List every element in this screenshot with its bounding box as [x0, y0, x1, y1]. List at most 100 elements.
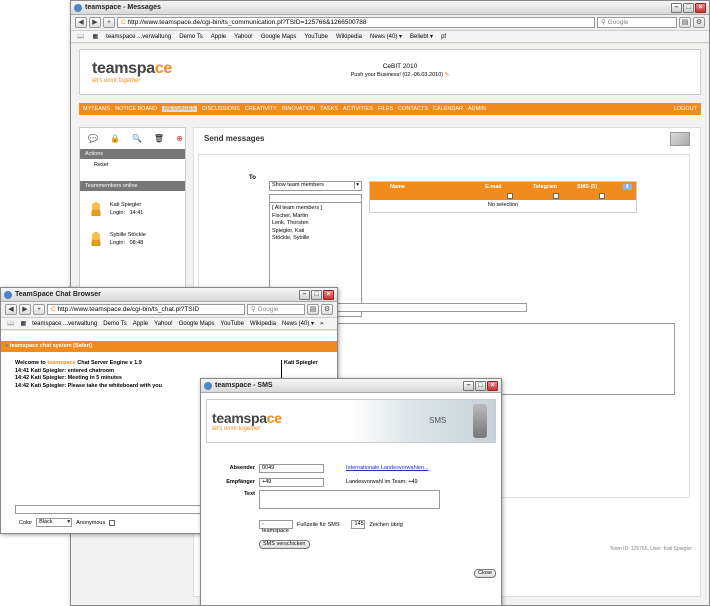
minimize-icon[interactable]: –	[671, 2, 682, 13]
nav-messages[interactable]: MESSAGES	[162, 106, 197, 112]
grid-icon[interactable]: ▦	[20, 320, 26, 327]
bookmark-8[interactable]: News (40) ▾	[370, 33, 402, 40]
bookmark-2[interactable]: Demo Ts	[179, 34, 203, 40]
search-icon[interactable]: 🔍	[132, 134, 142, 143]
bookmark-4[interactable]: Yahoo!	[234, 34, 253, 40]
anonymous-checkbox[interactable]	[109, 519, 116, 526]
bookmark-5[interactable]: Google Maps	[179, 321, 215, 327]
bookmark-6[interactable]: YouTube	[304, 34, 328, 40]
nav-creativity[interactable]: CREATIVITY	[245, 106, 277, 112]
chat-titlebar[interactable]: TeamSpace Chat Browser – □ ×	[1, 288, 337, 302]
footer-signature-input[interactable]: - teamspace	[259, 520, 293, 534]
close-icon[interactable]: ×	[695, 2, 706, 13]
maximize-icon[interactable]: □	[311, 289, 322, 300]
main-titlebar[interactable]: teamspace - Messages – □ ×	[71, 1, 709, 15]
back-icon[interactable]: ◀	[75, 17, 87, 28]
reset-link[interactable]: Reset	[80, 159, 185, 171]
close-icon[interactable]: ×	[323, 289, 334, 300]
close-button[interactable]: Close	[474, 569, 497, 578]
back-icon[interactable]: ◀	[5, 304, 17, 315]
minimize-icon[interactable]: –	[299, 289, 310, 300]
grid-icon[interactable]: ▦	[92, 33, 98, 40]
color-select[interactable]: Black ▾	[36, 518, 73, 527]
bookmark-4[interactable]: Yahoo!	[154, 321, 173, 327]
edit-icon[interactable]: ✎	[445, 72, 450, 78]
sort-icon[interactable]: ⇕	[623, 184, 632, 190]
reading-list-icon[interactable]: 📖	[7, 320, 14, 327]
list-item[interactable]: Fischer, Martin	[272, 213, 359, 221]
close-icon[interactable]: ×	[487, 380, 498, 391]
bookmark-10[interactable]: pf	[441, 34, 446, 40]
bookmark-2[interactable]: Demo Ts	[103, 321, 127, 327]
forward-icon[interactable]: ▶	[89, 17, 101, 28]
bookmark-9[interactable]: Beliebt ▾	[410, 33, 433, 40]
page-menu-icon[interactable]: ▤	[307, 304, 319, 315]
bookmark-3[interactable]: Apple	[133, 321, 148, 327]
gear-icon[interactable]: ⚙	[321, 304, 333, 315]
nav-files[interactable]: FILES	[378, 106, 393, 112]
page-menu-icon[interactable]: ▤	[679, 17, 691, 28]
search-input[interactable]: ⚲ Google	[597, 17, 677, 28]
forward-icon[interactable]: ▶	[19, 304, 31, 315]
list-item[interactable]: Lenk, Thorsten	[272, 220, 359, 228]
lifebuoy-icon[interactable]: ⊕	[176, 134, 183, 143]
nav-innovation[interactable]: INNOVATION	[282, 106, 315, 112]
message-icon[interactable]: 💬	[88, 134, 98, 143]
sms-all-checkbox[interactable]	[599, 193, 605, 199]
sender-input[interactable]: 0049	[259, 464, 324, 473]
col-telegram[interactable]: Telegram	[533, 184, 577, 190]
url-input[interactable]: C http://www.teamspace.de/cgi-bin/ts_cha…	[47, 304, 245, 315]
bookmark-8[interactable]: News (40) ▾	[282, 320, 314, 327]
user-item[interactable]: Kati Spiegler	[284, 360, 337, 366]
email-all-checkbox[interactable]	[507, 193, 513, 199]
send-sms-button[interactable]: SMS verschicken	[259, 540, 310, 549]
trash-icon[interactable]: 🗑	[154, 134, 164, 143]
bookmark-3[interactable]: Apple	[211, 34, 226, 40]
maximize-icon[interactable]: □	[475, 380, 486, 391]
col-name[interactable]: Name	[390, 184, 485, 190]
more-bookmarks-icon[interactable]: »	[320, 321, 323, 327]
list-item[interactable]: [ All team members ]	[272, 205, 359, 213]
add-bookmark-icon[interactable]: +	[33, 304, 45, 315]
chat-icon: ●	[5, 343, 9, 349]
add-bookmark-icon[interactable]: +	[103, 17, 115, 28]
logout-link[interactable]: LOGOUT	[674, 106, 697, 112]
member-item[interactable]: Kati Spiegler Login: 14:41	[80, 191, 185, 217]
bookmark-1[interactable]: teamspace ...verwaltung	[106, 34, 171, 40]
member-list-search[interactable]	[270, 195, 361, 203]
nav-admin[interactable]: ADMIN	[468, 106, 486, 112]
member-filter-select[interactable]: Show team members ▾	[269, 181, 362, 191]
sms-titlebar[interactable]: teamspace - SMS – □ ×	[201, 379, 501, 393]
col-sms[interactable]: SMS (5)	[577, 184, 623, 190]
bookmark-7[interactable]: Wikipedia	[336, 34, 362, 40]
nav-activities[interactable]: ACTIVITIES	[343, 106, 373, 112]
reading-list-icon[interactable]: 📖	[77, 33, 84, 40]
bookmark-6[interactable]: YouTube	[220, 321, 244, 327]
site-logo[interactable]: teamspace let's work together	[92, 60, 172, 84]
col-email[interactable]: E-mail	[485, 184, 533, 190]
telegram-all-checkbox[interactable]	[553, 193, 559, 199]
search-input[interactable]: ⚲ Google	[247, 304, 305, 315]
recipient-input[interactable]: +49	[259, 478, 324, 487]
nav-myteams[interactable]: MYTEAMS	[83, 106, 110, 112]
bookmark-1[interactable]: teamspace ...verwaltung	[32, 321, 97, 327]
list-item[interactable]: Stöckle, Sybille	[272, 235, 359, 243]
minimize-icon[interactable]: –	[463, 380, 474, 391]
chat-message-input[interactable]	[15, 505, 205, 514]
list-item[interactable]: Spiegler, Kati	[272, 228, 359, 236]
subject-input[interactable]	[325, 303, 527, 312]
gear-icon[interactable]: ⚙	[693, 17, 705, 28]
intl-codes-link[interactable]: Internationale Landesvorwahlen...	[346, 465, 429, 471]
nav-contacts[interactable]: CONTACTS	[398, 106, 428, 112]
url-input[interactable]: C http://www.teamspace.de/cgi-bin/ts_com…	[117, 17, 595, 28]
nav-discussions[interactable]: DISCUSSIONS	[202, 106, 240, 112]
nav-notice-board[interactable]: NOTICE BOARD	[115, 106, 157, 112]
bookmark-5[interactable]: Google Maps	[261, 34, 297, 40]
lock-icon[interactable]: 🔒	[110, 134, 120, 143]
sms-text-input[interactable]	[259, 490, 440, 509]
nav-calendar[interactable]: CALENDAR	[433, 106, 463, 112]
bookmark-7[interactable]: Wikipedia	[250, 321, 276, 327]
member-item[interactable]: Sybille Stöckle Login: 08:48	[80, 217, 185, 247]
maximize-icon[interactable]: □	[683, 2, 694, 13]
nav-tasks[interactable]: TASKS	[320, 106, 338, 112]
